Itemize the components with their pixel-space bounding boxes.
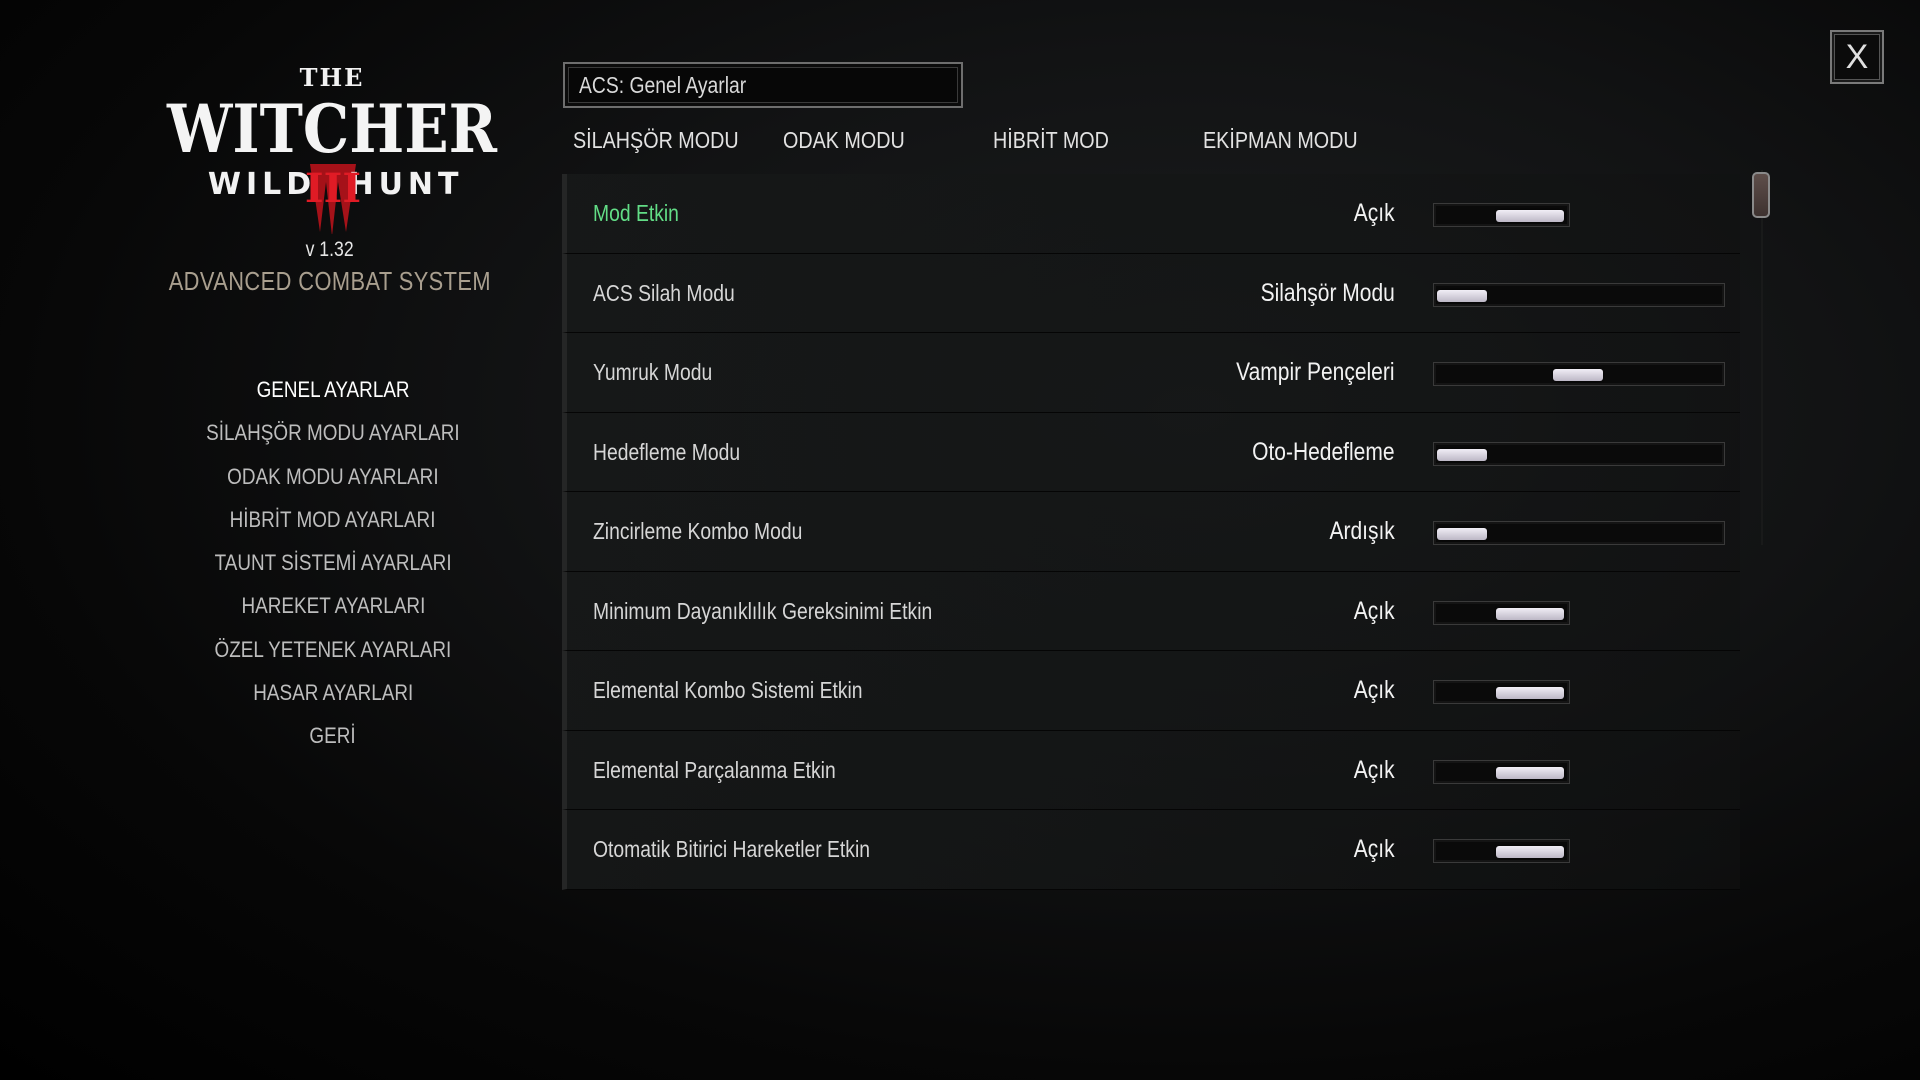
- setting-value: Oto-Hedefleme: [1252, 437, 1395, 466]
- setting-label: Hedefleme Modu: [593, 438, 741, 465]
- setting-row-targeting-mode[interactable]: Hedefleme Modu Oto-Hedefleme: [562, 412, 1740, 492]
- logo-the-text: THE: [300, 64, 365, 92]
- setting-row-min-stamina[interactable]: Minimum Dayanıklılık Gereksinimi Etkin A…: [562, 571, 1740, 651]
- tab-focus-mode[interactable]: ODAK MODU: [783, 120, 928, 160]
- setting-value: Açık: [1354, 755, 1395, 784]
- logo-wild-text: WILD: [208, 167, 316, 202]
- setting-value: Vampir Pençeleri: [1236, 358, 1395, 386]
- setting-label: ACS Silah Modu: [593, 279, 735, 306]
- slider-knob[interactable]: [1553, 369, 1603, 381]
- slider-knob[interactable]: [1496, 607, 1564, 620]
- toggle-slider[interactable]: [1433, 839, 1570, 863]
- setting-value: Ardışık: [1329, 517, 1395, 545]
- toggle-slider[interactable]: [1433, 203, 1570, 227]
- setting-value: Açık: [1354, 199, 1395, 227]
- setting-value: Açık: [1354, 596, 1395, 625]
- logo-numeral-text: III: [305, 165, 361, 212]
- option-slider[interactable]: [1433, 441, 1725, 466]
- toggle-slider[interactable]: [1433, 600, 1570, 625]
- setting-row-mod-enabled[interactable]: Mod Etkin Açık: [562, 174, 1740, 254]
- setting-label: Elemental Parçalanma Etkin: [593, 756, 836, 783]
- option-slider[interactable]: [1433, 362, 1725, 386]
- close-icon: X: [1845, 37, 1869, 76]
- section-title: ACS: Genel Ayarlar: [563, 62, 963, 108]
- slider-knob[interactable]: [1496, 766, 1564, 779]
- setting-label: Otomatik Bitirici Hareketler Etkin: [593, 836, 870, 862]
- setting-label: Yumruk Modu: [593, 359, 713, 385]
- setting-row-elemental-shatter[interactable]: Elemental Parçalanma Etkin Açık: [562, 730, 1740, 810]
- slider-knob[interactable]: [1437, 289, 1487, 302]
- setting-label: Mod Etkin: [593, 200, 679, 226]
- mod-title: ADVANCED COMBAT SYSTEM: [168, 266, 492, 296]
- scrollbar-thumb[interactable]: [1752, 172, 1770, 218]
- slider-knob[interactable]: [1496, 687, 1564, 699]
- toggle-slider[interactable]: [1433, 759, 1570, 784]
- setting-row-elemental-combo[interactable]: Elemental Kombo Sistemi Etkin Açık: [562, 651, 1740, 731]
- setting-value: Açık: [1354, 835, 1395, 863]
- version-label: v 1.32: [305, 238, 355, 261]
- setting-value: Açık: [1354, 676, 1395, 704]
- mode-tabs: SİLAHŞÖR MODU ODAK MODU HİBRİT MOD EKİPM…: [0, 120, 1920, 160]
- setting-row-auto-finishers[interactable]: Otomatik Bitirici Hareketler Etkin Açık: [562, 810, 1740, 890]
- settings-list: Mod Etkin Açık ACS Silah Modu Silahşör M…: [562, 174, 1740, 890]
- slider-knob[interactable]: [1437, 448, 1487, 461]
- slider-knob[interactable]: [1496, 210, 1564, 222]
- scrollbar-track[interactable]: [1761, 170, 1763, 545]
- setting-row-fist-mode[interactable]: Yumruk Modu Vampir Pençeleri: [562, 333, 1740, 413]
- logo-hunt-text: HUNT: [348, 167, 463, 202]
- setting-row-chain-combo-mode[interactable]: Zincirleme Kombo Modu Ardışık: [562, 492, 1740, 572]
- slider-knob[interactable]: [1496, 846, 1564, 858]
- toggle-slider[interactable]: [1433, 680, 1570, 704]
- slider-knob[interactable]: [1437, 528, 1487, 540]
- close-button[interactable]: X: [1830, 30, 1884, 84]
- setting-label: Elemental Kombo Sistemi Etkin: [593, 677, 863, 703]
- setting-value: Silahşör Modu: [1260, 278, 1395, 307]
- tab-gunslinger-mode[interactable]: SİLAHŞÖR MODU: [573, 120, 770, 160]
- setting-row-weapon-mode[interactable]: ACS Silah Modu Silahşör Modu: [562, 253, 1740, 333]
- tab-hybrid-mode[interactable]: HİBRİT MOD: [993, 120, 1131, 160]
- setting-label: Zincirleme Kombo Modu: [593, 518, 803, 544]
- option-slider[interactable]: [1433, 282, 1725, 307]
- tab-equipment-mode[interactable]: EKİPMAN MODU: [1203, 120, 1387, 160]
- setting-label: Minimum Dayanıklılık Gereksinimi Etkin: [593, 597, 933, 624]
- option-slider[interactable]: [1433, 521, 1725, 545]
